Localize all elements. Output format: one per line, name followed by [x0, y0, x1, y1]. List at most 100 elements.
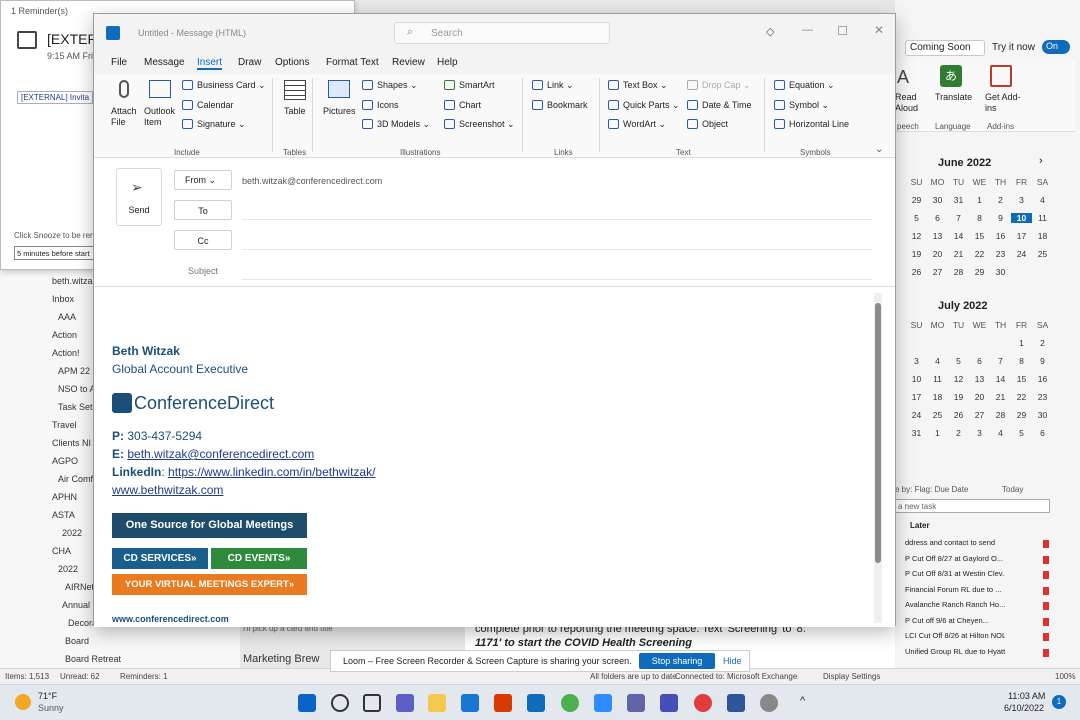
- task-item[interactable]: P Cut Off 8/31 at Westin Clev...: [905, 569, 1005, 578]
- banner-url[interactable]: www.conferencedirect.com: [112, 614, 229, 624]
- to-field[interactable]: [242, 202, 872, 220]
- collapse-ribbon-icon[interactable]: ⌄: [875, 144, 883, 155]
- task-item[interactable]: Unified Group RL due to Hyatt Ho...: [905, 647, 1005, 656]
- pictures-button[interactable]: Pictures: [323, 106, 356, 116]
- clock-time[interactable]: 11:03 AM: [1008, 691, 1045, 701]
- calendar-day[interactable]: 22: [969, 249, 990, 259]
- calendar-day[interactable]: 4: [1032, 195, 1053, 205]
- maximize-icon[interactable]: [838, 26, 847, 35]
- calendar-day[interactable]: 24: [906, 410, 927, 420]
- calendar-day[interactable]: 6: [969, 356, 990, 366]
- folder-item[interactable]: Board Retreat: [65, 654, 121, 664]
- sig-email-link[interactable]: beth.witzak@conferencedirect.com: [127, 447, 314, 461]
- menu-file[interactable]: File: [111, 57, 127, 68]
- calendar-day[interactable]: 11: [1032, 213, 1053, 223]
- task-item[interactable]: P Cut off 9/6 at Cheyen...: [905, 616, 1005, 625]
- calendar-day[interactable]: 27: [927, 267, 948, 277]
- calendar-day[interactable]: 29: [969, 267, 990, 277]
- calendar-day[interactable]: 8: [1011, 356, 1032, 366]
- flag-icon[interactable]: [1043, 571, 1049, 579]
- calendar-day[interactable]: 13: [927, 231, 948, 241]
- calendar-day[interactable]: 6: [1032, 428, 1053, 438]
- calendar-day[interactable]: 5: [1011, 428, 1032, 438]
- folder-item[interactable]: Inbox: [52, 294, 74, 304]
- calendar-day[interactable]: 9: [990, 213, 1011, 223]
- calendar-day[interactable]: 16: [1032, 374, 1053, 384]
- bookmark-button[interactable]: Bookmark: [532, 100, 588, 110]
- office-icon[interactable]: [494, 694, 512, 712]
- notification-badge[interactable]: 1: [1052, 695, 1066, 709]
- folder-item[interactable]: Action: [52, 330, 77, 340]
- task-item[interactable]: ddress and contact to send: [905, 538, 1005, 547]
- calendar-day[interactable]: 6: [927, 213, 948, 223]
- calendar-day[interactable]: 15: [1011, 374, 1032, 384]
- calendar-day[interactable]: 11: [927, 374, 948, 384]
- calendar-day[interactable]: 29: [1011, 410, 1032, 420]
- calendar-day[interactable]: 2: [1032, 338, 1053, 348]
- start-icon[interactable]: [298, 694, 316, 712]
- tray-chevron-icon[interactable]: ^: [800, 695, 805, 707]
- folder-item[interactable]: Task Set: [58, 402, 93, 412]
- menu-draw[interactable]: Draw: [238, 57, 261, 68]
- calendar-day[interactable]: 3: [969, 428, 990, 438]
- status-reminders[interactable]: Reminders: 1: [120, 672, 168, 681]
- calendar-day[interactable]: 5: [906, 213, 927, 223]
- minimize-icon[interactable]: —: [802, 24, 813, 36]
- clock-date[interactable]: 6/10/2022: [1004, 703, 1044, 713]
- calendar-day[interactable]: 31: [906, 428, 927, 438]
- flag-icon[interactable]: [1043, 540, 1049, 548]
- folder-item[interactable]: 2022: [62, 528, 82, 538]
- chrome-icon[interactable]: [561, 694, 579, 712]
- calendar-day[interactable]: 20: [927, 249, 948, 259]
- calendar-day[interactable]: 19: [948, 392, 969, 402]
- reminder-list-item[interactable]: [EXTERNAL] Invita: [17, 91, 94, 104]
- calendar-day[interactable]: 2: [948, 428, 969, 438]
- calendar-day[interactable]: 18: [1032, 231, 1053, 241]
- task-item[interactable]: Avalanche Ranch Ranch Ho...: [905, 600, 1005, 609]
- calendar-day[interactable]: 7: [990, 356, 1011, 366]
- display-settings[interactable]: Display Settings: [823, 672, 880, 681]
- calendar-day[interactable]: 26: [906, 267, 927, 277]
- folder-item[interactable]: 2022: [58, 564, 78, 574]
- send-button[interactable]: ➢ Send: [116, 168, 162, 226]
- task-view-icon[interactable]: [363, 694, 381, 712]
- file-explorer-icon[interactable]: [428, 694, 446, 712]
- calendar-day[interactable]: 28: [948, 267, 969, 277]
- subject-field[interactable]: [242, 262, 872, 280]
- text-box-button[interactable]: Text Box ⌄: [608, 80, 668, 91]
- toggle-on[interactable]: On: [1042, 40, 1070, 54]
- calendar-day[interactable]: 10: [906, 374, 927, 384]
- calendar-day[interactable]: 3: [1011, 195, 1032, 205]
- new-task-input[interactable]: a new task: [895, 499, 1050, 513]
- word-icon[interactable]: [727, 694, 745, 712]
- scroll-thumb[interactable]: [875, 303, 881, 563]
- flag-icon[interactable]: [1043, 633, 1049, 641]
- zoom-level[interactable]: 100%: [1055, 672, 1075, 681]
- outlook-item-button[interactable]: Outlook Item: [144, 106, 180, 128]
- banner-cd-events[interactable]: CD EVENTS»: [211, 548, 307, 569]
- teams-icon[interactable]: [627, 694, 645, 712]
- sig-website-link[interactable]: www.bethwitzak.com: [112, 483, 223, 497]
- diamond-icon[interactable]: ◇: [766, 25, 774, 38]
- stop-sharing-button[interactable]: Stop sharing: [639, 653, 715, 669]
- calendar-day[interactable]: 14: [990, 374, 1011, 384]
- calendar-day[interactable]: 5: [948, 356, 969, 366]
- folder-item[interactable]: AIRNet: [65, 582, 94, 592]
- coming-soon-toggle[interactable]: Coming Soon: [905, 40, 985, 56]
- task-item[interactable]: P Cut Off 8/27 at Gaylord O...: [905, 554, 1005, 563]
- folder-item[interactable]: Annual: [62, 600, 90, 610]
- calendar-day[interactable]: 26: [948, 410, 969, 420]
- calendar-day[interactable]: 2: [990, 195, 1011, 205]
- calendar-day[interactable]: 7: [948, 213, 969, 223]
- smartart-button[interactable]: SmartArt: [444, 80, 495, 90]
- message-body[interactable]: Beth Witzak Global Account Executive Con…: [94, 286, 895, 627]
- calendar-day[interactable]: 14: [948, 231, 969, 241]
- menu-message[interactable]: Message: [144, 57, 185, 68]
- folder-item[interactable]: beth.witza: [52, 276, 93, 286]
- object-button[interactable]: Object: [687, 119, 728, 129]
- calendar-day[interactable]: 23: [1032, 392, 1053, 402]
- store-icon[interactable]: [461, 694, 479, 712]
- folder-item[interactable]: AGPO: [52, 456, 78, 466]
- calendar-day[interactable]: 15: [969, 231, 990, 241]
- calendar-day[interactable]: 13: [969, 374, 990, 384]
